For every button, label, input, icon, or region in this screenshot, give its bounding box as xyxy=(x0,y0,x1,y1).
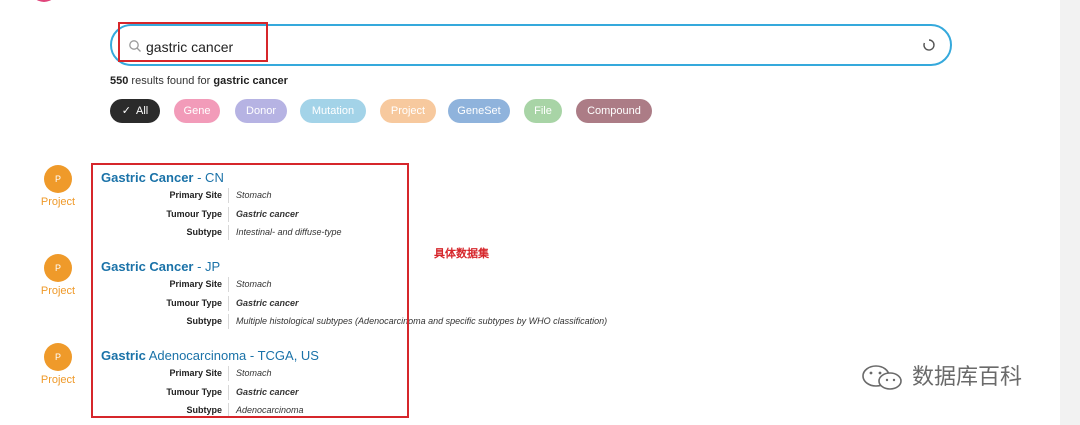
filter-chip-mutation[interactable]: Mutation xyxy=(300,99,366,123)
filter-chip-label: GeneSet xyxy=(457,105,501,117)
filter-chip-label: Donor xyxy=(246,105,276,117)
project-icon: P xyxy=(44,165,72,193)
filter-chip-label: All xyxy=(135,105,149,117)
filter-chip-label: Project xyxy=(390,105,426,117)
project-icon: P xyxy=(44,343,72,371)
watermark: 数据库百科 xyxy=(858,362,1048,392)
check-icon: ✓ xyxy=(121,105,131,117)
filter-chip-gene[interactable]: Gene xyxy=(174,99,220,123)
logo[interactable] xyxy=(30,0,58,2)
filter-chip-label: File xyxy=(534,105,552,117)
filter-chip-donor[interactable]: Donor xyxy=(235,99,287,123)
result-count-text: results found for xyxy=(128,75,214,87)
filter-chip-label: Mutation xyxy=(311,105,355,117)
result-type-label: Project xyxy=(40,285,76,297)
filter-chip-project[interactable]: Project xyxy=(380,99,436,123)
filter-chip-label: Gene xyxy=(183,105,211,117)
filter-chip-geneset[interactable]: GeneSet xyxy=(448,99,510,123)
result-count-number: 550 xyxy=(110,75,129,87)
result-count: 550 results found for gastric cancer xyxy=(110,75,288,87)
watermark-text: 数据库百科 xyxy=(912,364,1023,389)
results-highlight-box xyxy=(91,163,409,418)
annotation-label: 具体数据集 xyxy=(434,248,489,260)
result-count-query: gastric cancer xyxy=(213,75,288,87)
search-results-panel: 550 results found for gastric cancer ✓ Al… xyxy=(0,0,1060,425)
filter-chip-compound[interactable]: Compound xyxy=(576,99,652,123)
project-icon: P xyxy=(44,254,72,282)
result-type-label: Project xyxy=(40,374,76,386)
wechat-icon xyxy=(862,365,902,390)
filter-chip-all[interactable]: ✓ All xyxy=(110,99,160,123)
filter-chip-file[interactable]: File xyxy=(524,99,562,123)
filter-chip-label: Compound xyxy=(587,105,641,117)
search-highlight-box xyxy=(118,22,268,62)
loading-spinner-icon xyxy=(923,39,935,51)
result-type-label: Project xyxy=(40,196,76,208)
